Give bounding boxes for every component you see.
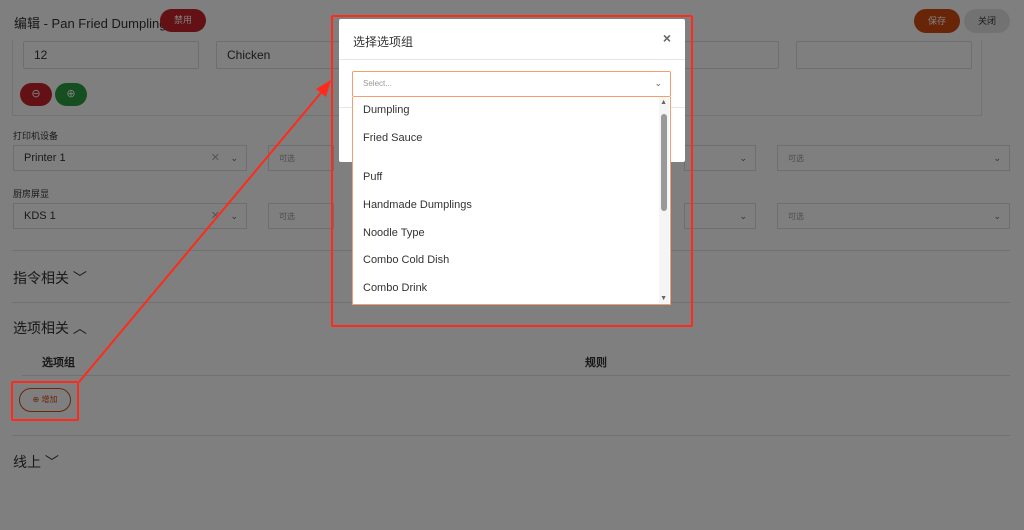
annotation-arrow-line [78, 87, 326, 383]
annotation-arrow [78, 80, 331, 383]
annotation-arrow-head [316, 80, 331, 97]
